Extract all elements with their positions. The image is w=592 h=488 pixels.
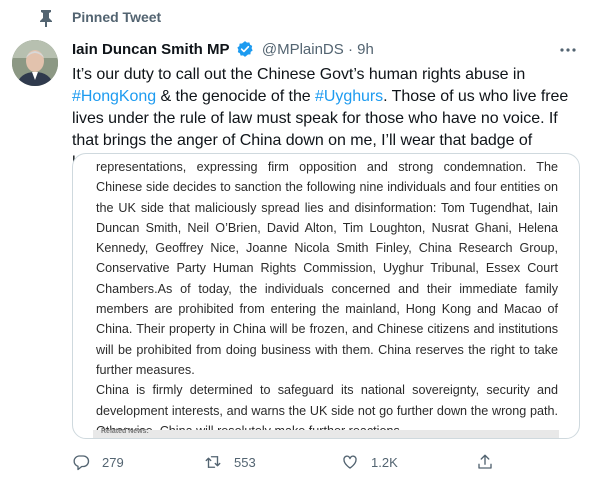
document-footer: Related News: [93, 428, 559, 438]
reply-button[interactable]: 279 [72, 450, 124, 474]
tweet-header: Iain Duncan Smith MP @MPlainDS · 9h [72, 40, 374, 60]
reply-icon [73, 455, 90, 471]
tweet-image[interactable]: representations, expressing firm opposit… [72, 153, 580, 439]
share-button[interactable] [476, 450, 494, 474]
retweet-count: 553 [234, 454, 256, 470]
tweet-text-part: & the genocide of the [156, 88, 316, 105]
retweet-button[interactable]: 553 [204, 450, 256, 474]
pinned-label: Pinned Tweet [72, 9, 162, 25]
retweet-icon [205, 456, 221, 468]
avatar-image [12, 40, 58, 86]
pin-icon [40, 10, 52, 27]
document-paragraph: representations, expressing firm opposit… [96, 160, 558, 377]
document-footer-label: Related News: [101, 428, 149, 435]
hashtag-link[interactable]: #HongKong [72, 88, 156, 105]
tweet-time[interactable]: 9h [357, 41, 374, 58]
pinned-indicator: Pinned Tweet [0, 0, 592, 34]
share-icon [478, 454, 492, 469]
verified-badge-icon [237, 41, 253, 57]
more-options-icon[interactable] [558, 40, 578, 60]
tweet-actions: 279 553 1.2K [72, 450, 578, 474]
tweet-text-part: It’s our duty to call out the Chinese Go… [72, 66, 526, 83]
reply-count: 279 [102, 454, 124, 470]
hashtag-link[interactable]: #Uyghurs [315, 88, 383, 105]
heart-icon [343, 455, 357, 469]
like-count: 1.2K [371, 454, 398, 470]
separator-dot: · [347, 41, 353, 58]
like-button[interactable]: 1.2K [341, 450, 398, 474]
author-name[interactable]: Iain Duncan Smith MP [72, 41, 230, 58]
avatar[interactable] [12, 40, 58, 86]
document-text: representations, expressing firm opposit… [96, 157, 558, 438]
author-handle[interactable]: @MPlainDS [262, 41, 344, 58]
